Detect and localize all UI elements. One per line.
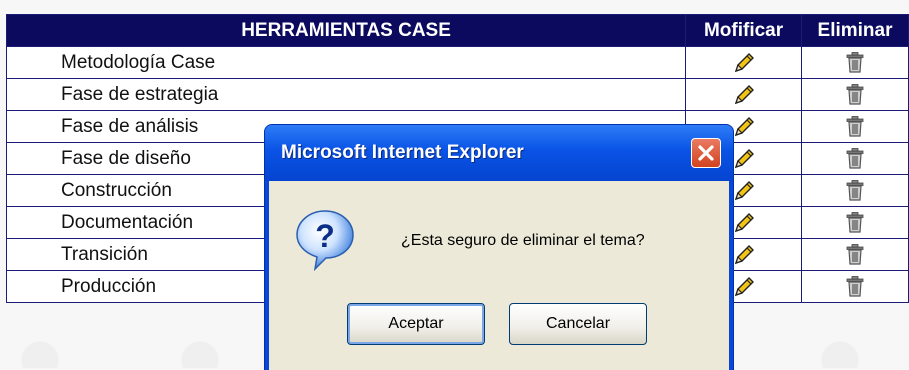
delete-cell bbox=[801, 142, 909, 175]
trash-icon[interactable] bbox=[844, 83, 866, 105]
pencil-icon[interactable] bbox=[732, 116, 756, 137]
header-herramientas: HERRAMIENTAS CASE bbox=[5, 14, 687, 47]
table-row: Fase de estrategia bbox=[5, 78, 909, 111]
delete-cell bbox=[801, 46, 909, 79]
trash-icon[interactable] bbox=[844, 179, 866, 201]
svg-text:?: ? bbox=[315, 218, 335, 254]
dialog-message: ¿Esta seguro de eliminar el tema? bbox=[401, 232, 645, 249]
delete-cell bbox=[801, 174, 909, 207]
delete-cell bbox=[801, 238, 909, 271]
pencil-icon[interactable] bbox=[732, 180, 756, 201]
row-name: Metodología Case bbox=[5, 46, 687, 79]
trash-icon[interactable] bbox=[844, 275, 866, 297]
trash-icon[interactable] bbox=[844, 115, 866, 137]
header-eliminar: Eliminar bbox=[801, 14, 909, 47]
pencil-icon[interactable] bbox=[732, 244, 756, 265]
edit-cell bbox=[685, 46, 803, 79]
row-name: Fase de estrategia bbox=[5, 78, 687, 111]
pencil-icon[interactable] bbox=[732, 212, 756, 233]
trash-icon[interactable] bbox=[844, 243, 866, 265]
delete-cell bbox=[801, 110, 909, 143]
delete-cell bbox=[801, 270, 909, 303]
trash-icon[interactable] bbox=[844, 211, 866, 233]
table-row: Metodología Case bbox=[5, 46, 909, 79]
close-icon bbox=[698, 145, 714, 161]
pencil-icon[interactable] bbox=[732, 84, 756, 105]
close-button[interactable] bbox=[691, 138, 721, 168]
cancel-button[interactable]: Cancelar bbox=[509, 303, 647, 345]
pencil-icon[interactable] bbox=[732, 52, 756, 73]
confirm-dialog: Microsoft Internet Explorer ? ¿Esta segu… bbox=[265, 125, 733, 370]
dialog-title: Microsoft Internet Explorer bbox=[281, 142, 524, 163]
trash-icon[interactable] bbox=[844, 147, 866, 169]
edit-cell bbox=[685, 78, 803, 111]
dialog-titlebar[interactable]: Microsoft Internet Explorer bbox=[265, 125, 733, 181]
delete-cell bbox=[801, 78, 909, 111]
table-header-row: HERRAMIENTAS CASE Mofificar Eliminar bbox=[5, 14, 909, 47]
accept-button[interactable]: Aceptar bbox=[347, 303, 485, 345]
dialog-body: ? ¿Esta seguro de eliminar el tema? Acep… bbox=[269, 181, 729, 370]
trash-icon[interactable] bbox=[844, 51, 866, 73]
pencil-icon[interactable] bbox=[732, 276, 756, 297]
pencil-icon[interactable] bbox=[732, 148, 756, 169]
delete-cell bbox=[801, 206, 909, 239]
header-modificar: Mofificar bbox=[685, 14, 803, 47]
question-icon: ? bbox=[296, 210, 354, 271]
